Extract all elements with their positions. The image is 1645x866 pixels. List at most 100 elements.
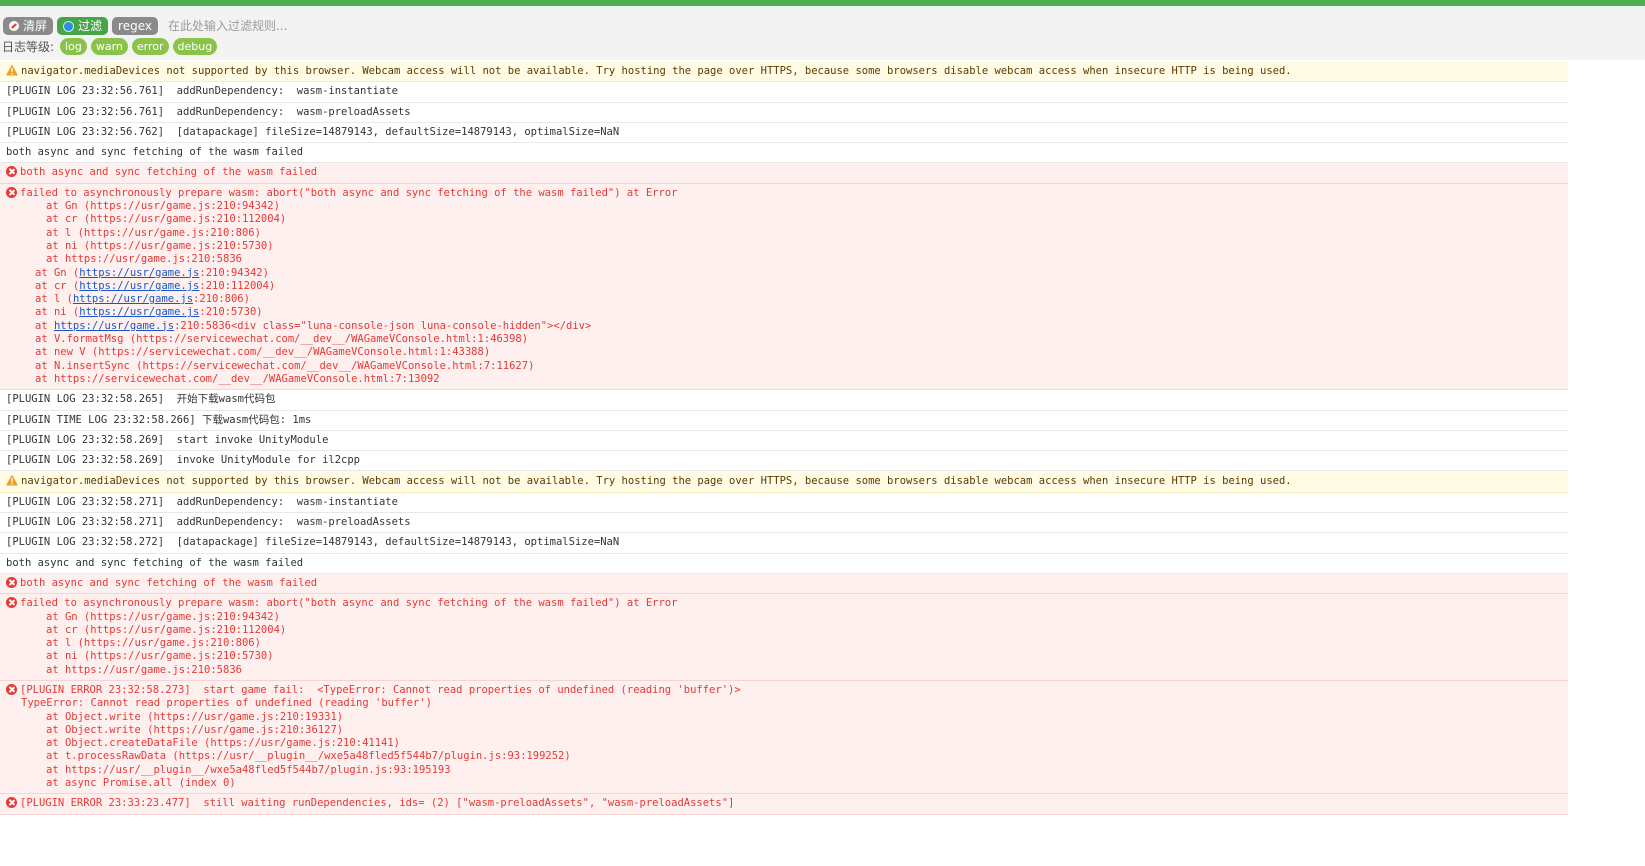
log-log-entry: [PLUGIN LOG 23:32:58.269] start invoke U…	[0, 431, 1568, 452]
error-log-entry: [PLUGIN ERROR 23:33:23.477] still waitin…	[0, 794, 1568, 815]
source-link[interactable]: https://usr/game.js	[54, 320, 174, 332]
stack-trace-line: at Gn (https://usr/game.js:210:94342)	[46, 200, 280, 213]
clear-button[interactable]: 清屏	[3, 17, 54, 35]
log-log-entry: [PLUGIN LOG 23:32:58.265] 开始下载wasm代码包	[0, 390, 1568, 411]
stack-trace-line: at https://usr/game.js:210:5836<div clas…	[21, 320, 1562, 333]
log-log-entry: [PLUGIN LOG 23:32:58.269] invoke UnityMo…	[0, 451, 1568, 472]
stack-trace-line: at Object.createDataFile (https://usr/ga…	[46, 737, 401, 750]
stack-trace-line: at ni (https://usr/game.js:210:5730)	[46, 239, 274, 252]
warn-log-entry: navigator.mediaDevices not supported by …	[0, 471, 1568, 493]
source-link[interactable]: https://usr/game.js	[79, 280, 199, 292]
log-log-entry: [PLUGIN LOG 23:32:58.272] [datapackage] …	[0, 533, 1568, 554]
log-message: failed to asynchronously prepare wasm: a…	[20, 186, 678, 199]
log-message: [PLUGIN LOG 23:32:56.761] addRunDependen…	[6, 105, 411, 118]
stack-trace-line: at https://usr/__plugin__/wxe5a48fled5f5…	[46, 763, 451, 776]
level-filter-log[interactable]: log	[60, 38, 87, 55]
stack-line-prefix: at cr (	[35, 279, 80, 292]
log-message: [PLUGIN ERROR 23:33:23.477] still waitin…	[20, 797, 735, 810]
stack-trace-line: at cr (https://usr/game.js:210:112004)	[46, 213, 287, 226]
log-message: failed to asynchronously prepare wasm: a…	[20, 597, 678, 610]
filter-button[interactable]: 过滤	[57, 17, 109, 35]
error-circle-icon	[6, 797, 17, 809]
no-entry-icon	[9, 21, 19, 31]
regex-toggle[interactable]: regex	[112, 17, 158, 35]
log-message: both async and sync fetching of the wasm…	[6, 556, 304, 569]
error-log-entry: failed to asynchronously prepare wasm: a…	[0, 594, 1568, 681]
source-link[interactable]: https://usr/game.js	[79, 306, 199, 318]
log-log-entry: both async and sync fetching of the wasm…	[0, 554, 1568, 574]
stack-trace: at Gn (https://usr/game.js:210:94342) at …	[6, 200, 1562, 386]
stack-line-suffix: :210:806)	[193, 293, 250, 306]
log-message: [PLUGIN LOG 23:32:58.272] [datapackage] …	[6, 536, 620, 549]
stack-line-prefix: at Gn (	[35, 266, 80, 279]
level-filter-error[interactable]: error	[131, 38, 169, 55]
log-log-entry: [PLUGIN LOG 23:32:56.761] addRunDependen…	[0, 82, 1568, 103]
stack-trace-line: at t.processRawData (https://usr/__plugi…	[46, 750, 571, 763]
log-log-entry: [PLUGIN LOG 23:32:56.761] addRunDependen…	[0, 103, 1568, 123]
error-circle-icon	[6, 576, 17, 588]
filter-input[interactable]	[167, 17, 768, 35]
log-log-entry: [PLUGIN LOG 23:32:58.271] addRunDependen…	[0, 513, 1568, 534]
error-log-entry: failed to asynchronously prepare wasm: a…	[0, 183, 1568, 391]
log-log-entry: [PLUGIN LOG 23:32:58.271] addRunDependen…	[0, 493, 1568, 514]
log-message: [PLUGIN LOG 23:32:58.269] invoke UnityMo…	[6, 454, 361, 467]
log-message: navigator.mediaDevices not supported by …	[21, 65, 1292, 77]
log-level-label: 日志等级:	[2, 40, 55, 54]
log-log-entry: [PLUGIN LOG 23:32:56.762] [datapackage] …	[0, 123, 1568, 144]
console-log-list[interactable]: navigator.mediaDevices not supported by …	[0, 61, 1568, 815]
stack-trace-line: at V.formatMsg (https://servicewechat.co…	[35, 333, 529, 346]
log-log-entry: both async and sync fetching of the wasm…	[0, 143, 1568, 164]
level-filter-warn[interactable]: warn	[90, 38, 128, 55]
log-message: both async and sync fetching of the wasm…	[20, 166, 318, 179]
log-log-entry: [PLUGIN TIME LOG 23:32:58.266] 下载wasm代码包…	[0, 411, 1568, 431]
filter-button-label: 过滤	[78, 19, 103, 33]
warning-triangle-icon	[6, 64, 18, 76]
stack-trace: TypeError: Cannot read properties of und…	[6, 697, 1562, 790]
stack-line-prefix: at l (	[35, 293, 73, 306]
stack-trace-line: at Gn (https://usr/game.js:210:94342)	[21, 267, 1562, 280]
source-link[interactable]: https://usr/game.js	[79, 267, 199, 279]
log-message: [PLUGIN LOG 23:32:58.265] 开始下载wasm代码包	[6, 393, 276, 406]
stack-trace-line: at Gn (https://usr/game.js:210:94342)	[46, 610, 280, 623]
stack-trace-line: at https://servicewechat.com/__dev__/WAG…	[35, 372, 440, 385]
level-filter-debug[interactable]: debug	[172, 38, 218, 55]
log-message: [PLUGIN LOG 23:32:58.271] addRunDependen…	[6, 495, 398, 508]
error-circle-icon	[6, 683, 17, 695]
filter-icon	[63, 20, 75, 32]
log-message: navigator.mediaDevices not supported by …	[21, 475, 1292, 488]
stack-trace-line: at Object.write (https://usr/game.js:210…	[46, 710, 344, 723]
console-right-gutter	[1568, 61, 1645, 866]
log-message: [PLUGIN LOG 23:32:58.271] addRunDependen…	[6, 516, 411, 529]
stack-trace-line: at Object.write (https://usr/game.js:210…	[46, 723, 344, 736]
error-circle-icon	[6, 186, 17, 198]
stack-trace-line: at async Promise.all (index 0)	[46, 777, 236, 790]
source-link[interactable]: https://usr/game.js	[73, 293, 193, 305]
stack-trace-line: TypeError: Cannot read properties of und…	[21, 697, 432, 710]
log-level-row: 日志等级: log warn error debug	[2, 37, 221, 56]
log-message: [PLUGIN LOG 23:32:56.761] addRunDependen…	[6, 85, 398, 98]
log-message: [PLUGIN ERROR 23:32:58.273] start game f…	[20, 683, 741, 696]
stack-trace: at Gn (https://usr/game.js:210:94342) at …	[6, 611, 1562, 677]
stack-line-prefix: at ni (	[35, 306, 80, 319]
console-toolbar: 清屏 过滤 regex 日志等级: log warn error debug	[0, 6, 1645, 60]
stack-line-suffix: :210:94342)	[199, 266, 269, 279]
stack-trace-line: at https://usr/game.js:210:5836	[46, 663, 242, 676]
clear-button-label: 清屏	[23, 19, 48, 33]
log-message: [PLUGIN LOG 23:32:58.269] start invoke U…	[6, 433, 329, 446]
stack-trace-line: at l (https://usr/game.js:210:806)	[46, 226, 261, 239]
stack-trace-line: at l (https://usr/game.js:210:806)	[46, 637, 261, 650]
log-message: [PLUGIN TIME LOG 23:32:58.266] 下载wasm代码包…	[6, 413, 312, 426]
stack-trace-line: at ni (https://usr/game.js:210:5730)	[46, 650, 274, 663]
stack-line-prefix: at	[35, 319, 54, 332]
warning-triangle-icon	[6, 474, 18, 486]
stack-trace-line: at https://usr/game.js:210:5836	[46, 253, 242, 266]
error-circle-icon	[6, 597, 17, 609]
stack-line-suffix: :210:5730)	[199, 306, 263, 319]
stack-trace-line: at N.insertSync (https://servicewechat.c…	[35, 359, 535, 372]
log-message: both async and sync fetching of the wasm…	[20, 576, 318, 589]
toolbar-row-actions: 清屏 过滤 regex	[3, 16, 768, 36]
stack-trace-line: at l (https://usr/game.js:210:806)	[21, 293, 1562, 306]
error-log-entry: [PLUGIN ERROR 23:32:58.273] start game f…	[0, 680, 1568, 795]
stack-trace-line: at new V (https://servicewechat.com/__de…	[35, 346, 491, 359]
stack-line-suffix: :210:5836<div class="luna-console-json l…	[174, 319, 592, 332]
